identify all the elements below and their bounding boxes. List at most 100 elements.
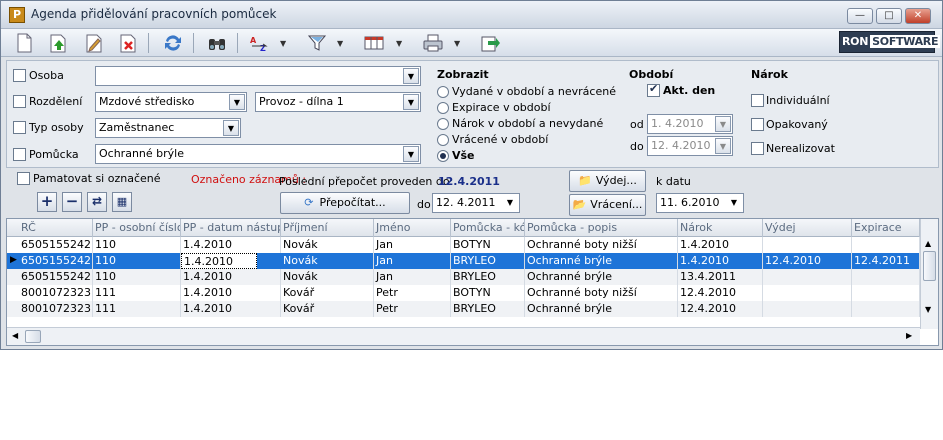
- typ-osoby-checkbox[interactable]: [13, 121, 26, 134]
- horizontal-scrollbar[interactable]: ◀ ▶: [7, 327, 920, 345]
- cell-pomucka-kod[interactable]: BRYLEO: [451, 301, 525, 317]
- vraceni-button[interactable]: 📂 Vrácení...: [569, 194, 646, 216]
- cell-rc[interactable]: 8001072323: [19, 285, 93, 301]
- column-header[interactable]: Pomůcka - kód: [451, 219, 525, 237]
- edit-document-icon[interactable]: [83, 32, 105, 54]
- column-header[interactable]: Expirace: [852, 219, 920, 237]
- print-dropdown-icon[interactable]: ▼: [454, 39, 460, 48]
- sort-az-icon[interactable]: AZ: [249, 32, 271, 54]
- scroll-up-icon[interactable]: ▲: [925, 239, 931, 248]
- chevron-down-icon[interactable]: ▼: [403, 146, 419, 162]
- k-datu-date[interactable]: 11. 6.2010 ▼: [656, 193, 744, 213]
- recalc-do-date[interactable]: 12. 4.2011 ▼: [432, 193, 520, 213]
- column-header[interactable]: PP - datum nástupu: [181, 219, 281, 237]
- export-icon[interactable]: [479, 32, 501, 54]
- chevron-down-icon[interactable]: ▼: [715, 116, 731, 132]
- obdobi-od-date[interactable]: 1. 4.2010 ▼: [647, 114, 733, 134]
- zobrazit-radio-0[interactable]: [437, 86, 449, 98]
- cell-pomucka-popis[interactable]: Ochranné boty nižší: [525, 285, 678, 301]
- cell-osobni-cislo[interactable]: 111: [93, 285, 181, 301]
- cell-osobni-cislo[interactable]: 111: [93, 301, 181, 317]
- cell-pomucka-popis[interactable]: Ochranné brýle: [525, 301, 678, 317]
- cell-osobni-cislo[interactable]: 110: [93, 253, 181, 269]
- filter-dropdown-icon[interactable]: ▼: [337, 39, 343, 48]
- scroll-right-icon[interactable]: ▶: [906, 331, 912, 340]
- column-header[interactable]: Příjmení: [281, 219, 374, 237]
- cell-narok[interactable]: 13.4.2011: [678, 269, 763, 285]
- vertical-scrollbar[interactable]: ▲ ▼: [920, 219, 938, 329]
- chevron-down-icon[interactable]: ▼: [229, 94, 245, 110]
- add-icon[interactable]: +: [37, 192, 57, 212]
- column-header[interactable]: Jméno: [374, 219, 451, 237]
- filter-icon[interactable]: [306, 32, 328, 54]
- cell-expirace[interactable]: [852, 237, 920, 253]
- cell-datum-nastupu[interactable]: 1.4.2010: [181, 269, 281, 285]
- cell-prijmeni[interactable]: Novák: [281, 237, 374, 253]
- cell-osobni-cislo[interactable]: 110: [93, 269, 181, 285]
- cell-pomucka-kod[interactable]: BRYLEO: [451, 253, 525, 269]
- table-row[interactable]: 6505155242 110 1.4.2010 Novák Jan BRYLEO…: [7, 269, 920, 285]
- select-all-icon[interactable]: ▦: [112, 192, 132, 212]
- column-header[interactable]: Nárok: [678, 219, 763, 237]
- column-header[interactable]: PP - osobní číslo: [93, 219, 181, 237]
- cell-jmeno[interactable]: Petr: [374, 285, 451, 301]
- table-row[interactable]: 8001072323 111 1.4.2010 Kovář Petr BRYLE…: [7, 301, 920, 317]
- cell-vydej[interactable]: 12.4.2010: [763, 253, 852, 269]
- zobrazit-radio-1[interactable]: [437, 102, 449, 114]
- osoba-combo[interactable]: ▼: [95, 66, 421, 86]
- pomucka-combo[interactable]: Ochranné brýle ▼: [95, 144, 421, 164]
- cell-rc[interactable]: 6505155242: [19, 269, 93, 285]
- cell-rc[interactable]: 8001072323: [19, 301, 93, 317]
- columns-icon[interactable]: [363, 32, 385, 54]
- binoculars-icon[interactable]: [206, 32, 228, 54]
- cell-prijmeni[interactable]: Novák: [281, 253, 374, 269]
- table-row[interactable]: 8001072323 111 1.4.2010 Kovář Petr BOTYN…: [7, 285, 920, 301]
- chevron-down-icon[interactable]: ▼: [726, 195, 742, 211]
- obdobi-do-date[interactable]: 12. 4.2010 ▼: [647, 136, 733, 156]
- cell-osobni-cislo[interactable]: 110: [93, 237, 181, 253]
- cell-expirace[interactable]: [852, 301, 920, 317]
- cell-prijmeni[interactable]: Novák: [281, 269, 374, 285]
- akt-den-checkbox[interactable]: [647, 82, 660, 97]
- cell-expirace[interactable]: [852, 285, 920, 301]
- table-row[interactable]: 6505155242 110 1.4.2010 Novák Jan BOTYN …: [7, 237, 920, 253]
- cell-jmeno[interactable]: Jan: [374, 237, 451, 253]
- vertical-scroll-thumb[interactable]: [923, 251, 936, 281]
- cell-vydej[interactable]: [763, 269, 852, 285]
- cell-prijmeni[interactable]: Kovář: [281, 301, 374, 317]
- cell-vydej[interactable]: [763, 285, 852, 301]
- swap-icon[interactable]: ⇄: [87, 192, 107, 212]
- open-document-icon[interactable]: [47, 32, 69, 54]
- vydej-button[interactable]: 📁 Výdej...: [569, 170, 646, 192]
- cell-pomucka-popis[interactable]: Ochranné brýle: [525, 253, 678, 269]
- new-document-icon[interactable]: [13, 32, 35, 54]
- cell-jmeno[interactable]: Jan: [374, 253, 451, 269]
- refresh-icon[interactable]: [162, 32, 184, 54]
- cell-pomucka-popis[interactable]: Ochranné boty nižší: [525, 237, 678, 253]
- cell-datum-nastupu[interactable]: 1.4.2010: [181, 237, 281, 253]
- rozdeleni-checkbox[interactable]: [13, 95, 26, 108]
- delete-document-icon[interactable]: [117, 32, 139, 54]
- column-header[interactable]: Výdej: [763, 219, 852, 237]
- chevron-down-icon[interactable]: ▼: [223, 120, 239, 136]
- cell-pomucka-kod[interactable]: BRYLEO: [451, 269, 525, 285]
- cell-narok[interactable]: 1.4.2010: [678, 237, 763, 253]
- scroll-down-icon[interactable]: ▼: [925, 305, 931, 314]
- zobrazit-radio-4[interactable]: [437, 150, 449, 162]
- cell-vydej[interactable]: [763, 301, 852, 317]
- cell-rc[interactable]: 6505155242: [19, 253, 93, 269]
- table-row-selected[interactable]: ▶ 6505155242 110 1.4.2010 Novák Jan BRYL…: [7, 253, 920, 269]
- cell-pomucka-kod[interactable]: BOTYN: [451, 237, 525, 253]
- cell-datum-nastupu[interactable]: 1.4.2010: [181, 253, 257, 269]
- cell-vydej[interactable]: [763, 237, 852, 253]
- column-header[interactable]: RČ: [19, 219, 93, 237]
- maximize-button[interactable]: □: [876, 8, 902, 24]
- remember-marked-checkbox[interactable]: [17, 172, 30, 185]
- cell-expirace[interactable]: 12.4.2011: [852, 253, 920, 269]
- rozdeleni-detail-combo[interactable]: Provoz - dílna 1 ▼: [255, 92, 421, 112]
- rozdeleni-combo[interactable]: Mzdové středisko ▼: [95, 92, 247, 112]
- cell-narok[interactable]: 1.4.2010: [678, 253, 763, 269]
- osoba-checkbox[interactable]: [13, 69, 26, 82]
- chevron-down-icon[interactable]: ▼: [403, 94, 419, 110]
- cell-pomucka-kod[interactable]: BOTYN: [451, 285, 525, 301]
